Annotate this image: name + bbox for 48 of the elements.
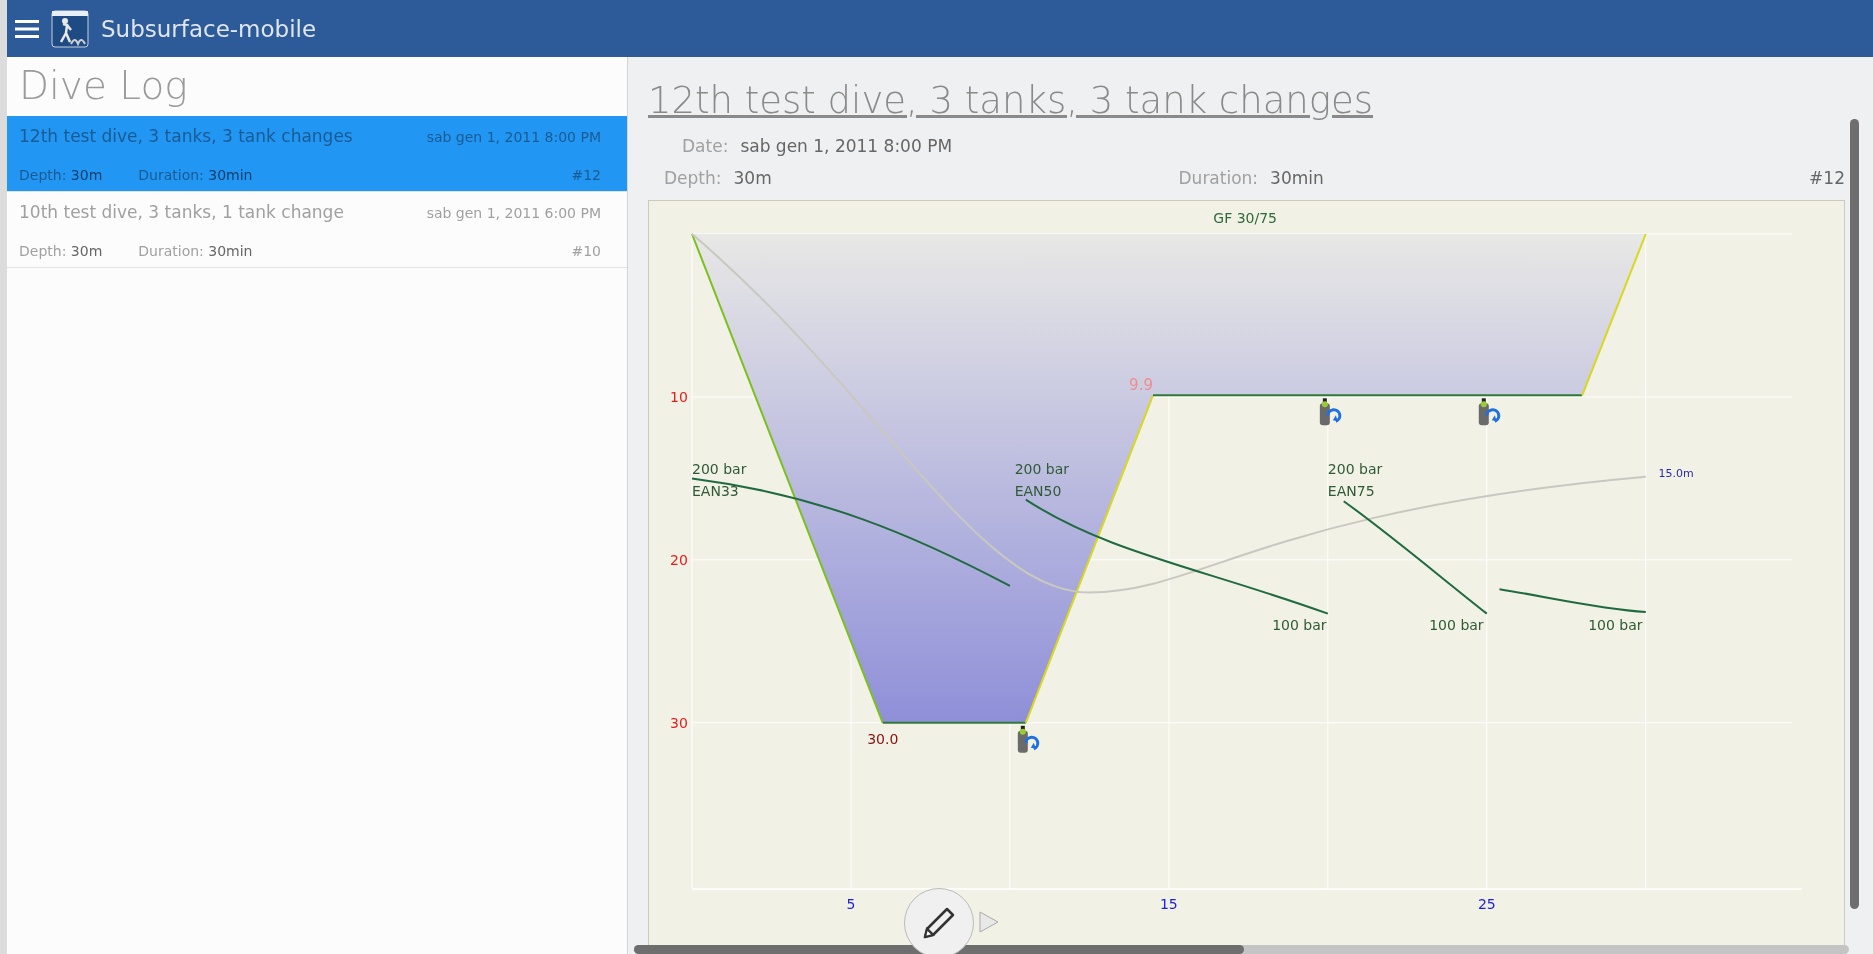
chart-label: EAN33: [692, 483, 739, 500]
chart-label: 100 bar: [1429, 616, 1484, 633]
menu-icon[interactable]: [15, 19, 39, 38]
chart-label: 30.0: [867, 731, 899, 747]
chart-label: EAN50: [1014, 483, 1062, 500]
date-label: Date:: [682, 136, 729, 156]
app-title: Subsurface-mobile: [101, 15, 317, 42]
dive-depth: Depth: 30m: [19, 243, 103, 259]
chart-label: 100 bar: [1272, 616, 1327, 633]
chart-label: GF 30/75: [1213, 209, 1278, 226]
dive-title: 12th test dive, 3 tanks, 3 tank changes: [648, 79, 1373, 122]
x-tick-label: 5: [846, 896, 856, 912]
chart-label: 200 bar: [1327, 460, 1383, 477]
dive-list-item[interactable]: 12th test dive, 3 tanks, 3 tank changes sab gen 1, 2011 8:00 PM Depth: 30m Duration: 30min #12: [7, 116, 627, 192]
dive-number: #12: [571, 167, 601, 183]
depth-value: 30m: [733, 168, 773, 188]
dive-title: 12th test dive, 3 tanks, 3 tank changes: [19, 126, 354, 146]
dive-list-item[interactable]: 10th test dive, 3 tanks, 1 tank change sab gen 1, 2011 6:00 PM Depth: 30m Duration: 30min #10: [7, 192, 627, 268]
dive-number: #12: [1809, 168, 1845, 188]
y-tick-label: 20: [670, 551, 688, 568]
dive-duration: Duration: 30min: [138, 167, 254, 183]
diver-logo-icon: [51, 9, 89, 48]
y-tick-label: 10: [670, 388, 688, 405]
x-tick-label: 15: [1159, 896, 1178, 912]
duration-label: Duration:: [1178, 168, 1259, 188]
chart-label: 200 bar: [692, 460, 747, 477]
dive-title: 10th test dive, 3 tanks, 1 tank change: [19, 202, 345, 222]
x-tick-label: 25: [1477, 896, 1496, 912]
duration-value: 30min: [1270, 168, 1325, 188]
tank-change-icon: [1478, 398, 1501, 426]
y-tick-label: 30: [670, 714, 688, 731]
date-value: sab gen 1, 2011 8:00 PM: [740, 136, 953, 156]
tank-change-icon: [1017, 725, 1040, 753]
tank-change-icon: [1319, 398, 1342, 426]
dive-number: #10: [571, 243, 601, 259]
dive-depth: Depth: 30m: [19, 167, 103, 183]
list-title: Dive Log: [18, 62, 189, 110]
chart-label: 15.0m: [1658, 466, 1694, 480]
dive-date: sab gen 1, 2011 6:00 PM: [426, 205, 601, 221]
depth-label: Depth:: [664, 168, 722, 188]
dive-date: sab gen 1, 2011 8:00 PM: [426, 129, 601, 145]
horizontal-scrollbar[interactable]: [634, 945, 1849, 954]
chart-label: 100 bar: [1588, 616, 1643, 633]
dive-duration: Duration: 30min: [138, 243, 254, 259]
vertical-scrollbar[interactable]: [1850, 119, 1859, 909]
chart-label: EAN75: [1327, 483, 1375, 500]
chart-label: 200 bar: [1014, 460, 1070, 477]
chart-label: 9.9: [1129, 376, 1153, 395]
